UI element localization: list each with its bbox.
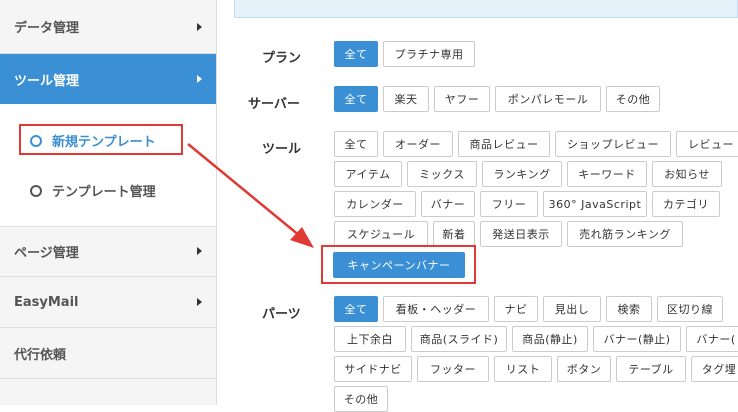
- submenu-item-label: テンプレート管理: [52, 185, 156, 200]
- parts-option-all[interactable]: 全て: [334, 296, 378, 322]
- parts-option-footer[interactable]: フッター: [417, 356, 489, 382]
- sidebar-item-label: データ管理: [14, 21, 80, 36]
- tool-option-news[interactable]: お知らせ: [652, 161, 722, 187]
- parts-option-signboard-header[interactable]: 看板・ヘッダー: [383, 296, 489, 322]
- chevron-right-icon: [197, 247, 202, 255]
- parts-option-product-static[interactable]: 商品(静止): [512, 326, 588, 352]
- highlight-box: [19, 124, 183, 155]
- chevron-right-icon: [197, 22, 202, 31]
- parts-option-other[interactable]: その他: [334, 386, 388, 412]
- server-label: サーバー: [248, 97, 300, 112]
- sidebar: データ管理 ツール管理 新規テンプレート テンプレート管理 ページ管理 Easy…: [0, 0, 217, 405]
- parts-option-tag-embed[interactable]: タグ埋: [691, 356, 738, 382]
- parts-label: パーツ: [262, 307, 301, 322]
- tool-option-calendar[interactable]: カレンダー: [334, 191, 416, 217]
- parts-option-list[interactable]: リスト: [494, 356, 552, 382]
- parts-option-button[interactable]: ボタン: [557, 356, 611, 382]
- tool-option-keyword[interactable]: キーワード: [567, 161, 647, 187]
- sidebar-item-label: 代行依頼: [14, 347, 67, 363]
- parts-option-banner-more[interactable]: バナー(: [686, 326, 738, 352]
- plan-option-platinum[interactable]: プラチナ専用: [383, 41, 475, 67]
- chevron-right-icon: [197, 298, 202, 306]
- parts-option-side-navi[interactable]: サイドナビ: [334, 356, 412, 382]
- tool-option-all[interactable]: 全て: [334, 131, 378, 157]
- server-option-ponpare[interactable]: ポンパレモール: [495, 86, 601, 112]
- tool-option-new-arrivals[interactable]: 新着: [433, 221, 475, 247]
- parts-option-margin[interactable]: 上下余白: [334, 326, 406, 352]
- circle-icon: [30, 184, 42, 197]
- tool-option-free[interactable]: フリー: [480, 191, 538, 217]
- tool-option-360-javascript[interactable]: 360° JavaScript: [543, 191, 647, 217]
- tool-option-item[interactable]: アイテム: [334, 161, 402, 187]
- submenu-item-template-management[interactable]: テンプレート管理: [30, 181, 156, 200]
- tool-option-bestseller-ranking[interactable]: 売れ筋ランキング: [567, 221, 683, 247]
- arrow-head: [290, 227, 314, 248]
- parts-option-banner-static[interactable]: バナー(静止): [593, 326, 681, 352]
- sidebar-item-page-management[interactable]: ページ管理: [0, 226, 216, 277]
- chevron-right-icon: [197, 75, 202, 83]
- plan-label: プラン: [262, 51, 302, 66]
- tool-label: ツール: [262, 142, 302, 157]
- parts-option-divider[interactable]: 区切り線: [657, 296, 723, 322]
- parts-option-search[interactable]: 検索: [606, 296, 652, 322]
- tool-option-mix[interactable]: ミックス: [407, 161, 477, 187]
- tool-option-schedule[interactable]: スケジュール: [334, 221, 428, 247]
- parts-option-navi[interactable]: ナビ: [494, 296, 538, 322]
- parts-option-product-slide[interactable]: 商品(スライド): [411, 326, 507, 352]
- server-option-yahoo[interactable]: ヤフー: [434, 86, 490, 112]
- tool-option-shop-review[interactable]: ショップレビュー: [555, 131, 671, 157]
- server-option-other[interactable]: その他: [606, 86, 660, 112]
- tool-submenu: 新規テンプレート テンプレート管理: [0, 104, 216, 227]
- sidebar-item-easymail[interactable]: EasyMail: [0, 277, 216, 328]
- tool-option-shipping-date[interactable]: 発送日表示: [480, 221, 562, 247]
- highlight-box: [321, 245, 476, 284]
- tool-option-review[interactable]: レビュー: [676, 131, 738, 157]
- tool-option-category[interactable]: カテゴリ: [652, 191, 720, 217]
- sidebar-item-tool-management[interactable]: ツール管理: [0, 54, 216, 104]
- sidebar-item-label: ツール管理: [14, 73, 80, 89]
- sidebar-item-proxy-request[interactable]: 代行依頼: [0, 328, 216, 379]
- server-option-rakuten[interactable]: 楽天: [383, 86, 429, 112]
- sidebar-item-data-management[interactable]: データ管理: [0, 0, 216, 54]
- tool-option-order[interactable]: オーダー: [383, 131, 453, 157]
- sidebar-item-label: EasyMail: [14, 294, 79, 310]
- tool-option-ranking[interactable]: ランキング: [482, 161, 562, 187]
- sidebar-item-label: ページ管理: [14, 245, 79, 261]
- parts-option-table[interactable]: テーブル: [616, 356, 686, 382]
- plan-option-all[interactable]: 全て: [334, 41, 378, 67]
- tool-option-banner[interactable]: バナー: [421, 191, 475, 217]
- info-bar: [234, 0, 738, 18]
- server-option-all[interactable]: 全て: [334, 86, 378, 112]
- parts-option-heading[interactable]: 見出し: [543, 296, 601, 322]
- tool-option-product-review[interactable]: 商品レビュー: [458, 131, 550, 157]
